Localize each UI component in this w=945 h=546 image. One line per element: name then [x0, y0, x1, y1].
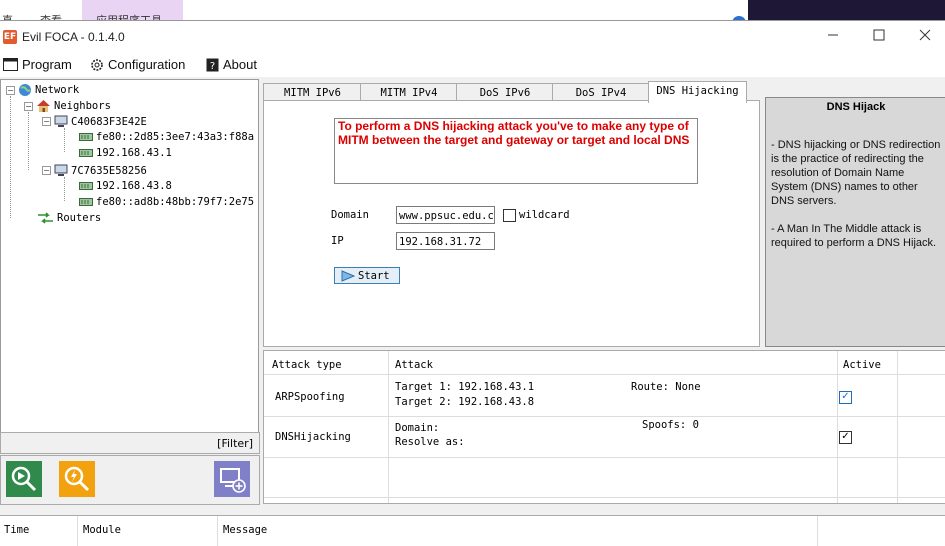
- tree-node-address[interactable]: fe80::ad8b:48bb:79f7:2e75: [79, 196, 254, 208]
- domain-label: Domain: [331, 209, 369, 221]
- log-header-message[interactable]: Message: [223, 524, 267, 536]
- collapse-icon[interactable]: −: [6, 85, 15, 95]
- scan-button[interactable]: [6, 461, 42, 497]
- info-title: DNS Hijack: [826, 101, 886, 113]
- tree-node-neighbors[interactable]: − Neighbors: [24, 99, 111, 113]
- filter-label[interactable]: [Filter]: [217, 437, 253, 450]
- log-header-time[interactable]: Time: [4, 524, 29, 536]
- window-title: Evil FOCA - 0.1.4.0: [22, 30, 125, 44]
- wildcard-label: wildcard: [519, 209, 570, 221]
- window-icon: [3, 58, 18, 71]
- menu-bar: Program Configuration ? About: [0, 53, 945, 77]
- collapse-icon[interactable]: −: [42, 166, 51, 175]
- menu-configuration[interactable]: Configuration: [90, 57, 185, 72]
- network-card-icon: [79, 133, 93, 141]
- network-card-icon: [79, 182, 93, 190]
- title-bar: EF Evil FOCA - 0.1.4.0: [0, 20, 945, 54]
- domain-input[interactable]: www.ppsuc.edu.cn: [396, 206, 495, 224]
- gear-icon: [91, 58, 103, 71]
- network-card-icon: [79, 198, 93, 206]
- search-play-icon: [6, 461, 42, 497]
- ip-label: IP: [331, 235, 344, 247]
- close-icon: [919, 29, 931, 41]
- app-icon: EF: [3, 30, 17, 44]
- play-icon: [341, 269, 355, 282]
- tree-node-address[interactable]: fe80::2d85:3ee7:43a3:f88a: [79, 131, 254, 143]
- table-row[interactable]: ARPSpoofing Target 1: 192.168.43.1 Targe…: [264, 374, 945, 408]
- active-checkbox[interactable]: ✓: [839, 391, 852, 404]
- info-panel: DNS Hijack - DNS hijacking or DNS redire…: [765, 97, 945, 347]
- collapse-icon[interactable]: −: [42, 117, 51, 126]
- svg-text:?: ?: [210, 61, 215, 72]
- col-header-attack[interactable]: Attack: [395, 359, 433, 371]
- background-dark-area: [748, 0, 945, 20]
- log-panel: Time Module Message: [0, 515, 945, 546]
- log-header-module[interactable]: Module: [83, 524, 121, 536]
- attacks-grid[interactable]: Attack type Attack Active ARPSpoofing Ta…: [263, 350, 945, 504]
- background-tab: 应用程序工具: [82, 0, 183, 27]
- col-header-attack-type[interactable]: Attack type: [272, 359, 342, 371]
- info-paragraph: - A Man In The Middle attack is required…: [771, 223, 937, 249]
- wildcard-checkbox[interactable]: [503, 209, 516, 222]
- tree-node-address[interactable]: 192.168.43.1: [79, 147, 172, 159]
- close-button[interactable]: [910, 27, 940, 47]
- add-computer-icon: [214, 461, 250, 497]
- warning-text: To perform a DNS hijacking attack you've…: [338, 119, 690, 147]
- tool-panel: [0, 455, 260, 505]
- tree-node-routers[interactable]: Routers: [37, 212, 101, 224]
- help-icon: ?: [206, 58, 219, 72]
- collapse-icon[interactable]: −: [24, 101, 33, 111]
- network-card-icon: [79, 149, 93, 157]
- computer-icon: [54, 115, 68, 127]
- filter-bar[interactable]: [Filter]: [0, 432, 260, 454]
- tab-dns-hijacking[interactable]: DNS Hijacking: [648, 81, 747, 103]
- warning-box: To perform a DNS hijacking attack you've…: [334, 118, 698, 184]
- attack-tabs: MITM IPv6 MITM IPv4 DoS IPv6 DoS IPv4 DN…: [263, 81, 759, 103]
- network-tree[interactable]: − Network − Neighbors − C40683F3E42E fe8…: [0, 79, 259, 433]
- maximize-button[interactable]: [864, 27, 894, 47]
- router-icon: [38, 212, 53, 224]
- minimize-icon: [828, 34, 838, 36]
- maximize-icon: [873, 29, 885, 41]
- menu-program[interactable]: Program: [3, 57, 72, 72]
- search-lightning-icon: [59, 461, 95, 497]
- tree-node-address[interactable]: 192.168.43.8: [79, 180, 172, 192]
- col-header-active[interactable]: Active: [843, 359, 881, 371]
- tree-node-network[interactable]: − Network: [6, 83, 79, 97]
- computer-icon: [54, 164, 68, 176]
- tree-node-host[interactable]: − C40683F3E42E: [42, 115, 147, 128]
- info-paragraph: - DNS hijacking or DNS redirection is th…: [771, 139, 941, 207]
- attack-button[interactable]: [59, 461, 95, 497]
- tree-node-host[interactable]: − 7C7635E58256: [42, 164, 147, 177]
- ip-input[interactable]: 192.168.31.72: [396, 232, 495, 250]
- table-row: [264, 497, 945, 498]
- house-icon: [37, 100, 50, 112]
- globe-icon: [19, 84, 31, 96]
- table-row: [264, 457, 945, 458]
- minimize-button[interactable]: [818, 27, 848, 47]
- start-button[interactable]: Start: [334, 267, 400, 284]
- dns-hijacking-panel: To perform a DNS hijacking attack you've…: [263, 100, 760, 347]
- table-row[interactable]: DNSHijacking Domain: Resolve as: Spoofs:…: [264, 416, 945, 448]
- menu-about[interactable]: ? About: [206, 57, 257, 72]
- add-computer-button[interactable]: [214, 461, 250, 497]
- active-checkbox[interactable]: ✓: [839, 431, 852, 444]
